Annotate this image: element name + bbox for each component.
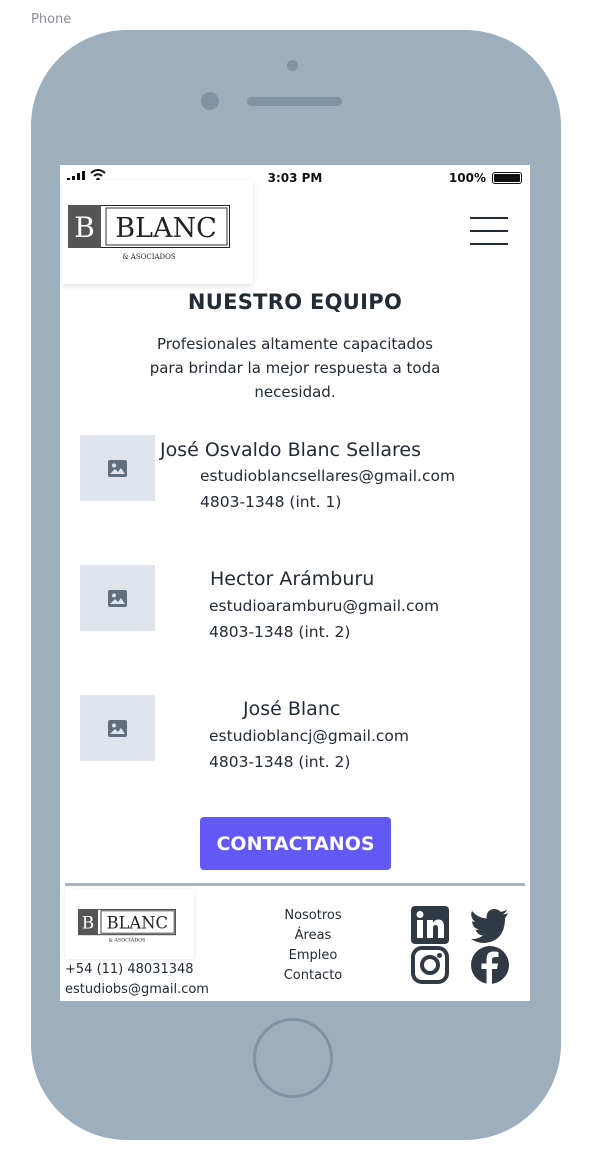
image-placeholder-icon (108, 589, 127, 607)
brand-logo: B BLANC & ASOCIADOS (68, 205, 230, 261)
section-title: NUESTRO EQUIPO (187, 290, 403, 314)
contact-button[interactable]: CONTACTANOS (200, 817, 391, 870)
footer-brand-tagline: & ASOCIADOS (109, 938, 146, 944)
footer-logo[interactable]: B BLANC & ASOCIADOS (65, 889, 194, 959)
section-subtitle: Profesionales altamente capacitados para… (149, 335, 441, 401)
header-logo[interactable]: B BLANC & ASOCIADOS (62, 180, 253, 284)
member-photo (80, 435, 155, 501)
member-phone: 4803-1348 (int. 2) (209, 623, 351, 641)
footer-link-empleo[interactable]: Empleo (273, 946, 353, 966)
footer-link-contacto[interactable]: Contacto (273, 966, 353, 986)
footer-brand-name: BLANC (107, 913, 168, 932)
battery-percentage: 100% (448, 171, 486, 185)
instagram-icon[interactable] (410, 945, 450, 985)
member-name: José Blanc (243, 698, 341, 720)
footer-brand-letter: B (82, 912, 94, 932)
linkedin-icon[interactable] (410, 905, 450, 945)
phone-screen: 3:03 PM 100% B BLANC & ASOCIADOS NUESTRO… (60, 165, 530, 1001)
brand-logo-small: B BLANC & ASOCIADOS (78, 909, 176, 944)
image-placeholder-icon (108, 459, 127, 477)
member-name: Hector Arámburu (210, 568, 375, 590)
earpiece-speaker (247, 97, 342, 106)
footer-link-areas[interactable]: Áreas (273, 926, 353, 946)
footer-email[interactable]: estudiobs@gmail.com (65, 982, 209, 997)
footer-divider (65, 883, 525, 886)
proximity-sensor (201, 92, 219, 110)
footer-link-nosotros[interactable]: Nosotros (273, 906, 353, 926)
home-button[interactable] (253, 1018, 333, 1098)
member-email[interactable]: estudioaramburu@gmail.com (209, 597, 439, 615)
member-email[interactable]: estudioblancj@gmail.com (209, 727, 409, 745)
hamburger-menu-icon[interactable] (470, 217, 510, 247)
facebook-icon[interactable] (470, 945, 510, 985)
member-photo (80, 695, 155, 761)
image-placeholder-icon (108, 719, 127, 737)
brand-tagline: & ASOCIADOS (122, 253, 176, 261)
member-email[interactable]: estudioblancsellares@gmail.com (200, 467, 455, 485)
footer-phone: +54 (11) 48031348 (65, 962, 194, 977)
battery-icon (492, 172, 522, 184)
frame-label: Phone (31, 12, 72, 27)
twitter-icon[interactable] (470, 905, 510, 945)
battery-fill (494, 174, 520, 182)
member-photo (80, 565, 155, 631)
brand-name: BLANC (115, 213, 217, 244)
front-camera (287, 60, 298, 71)
member-name: José Osvaldo Blanc Sellares (160, 439, 422, 461)
member-phone: 4803-1348 (int. 1) (200, 493, 342, 511)
footer-nav: Nosotros Áreas Empleo Contacto (273, 906, 353, 986)
brand-letter: B (74, 211, 95, 244)
member-phone: 4803-1348 (int. 2) (209, 753, 351, 771)
